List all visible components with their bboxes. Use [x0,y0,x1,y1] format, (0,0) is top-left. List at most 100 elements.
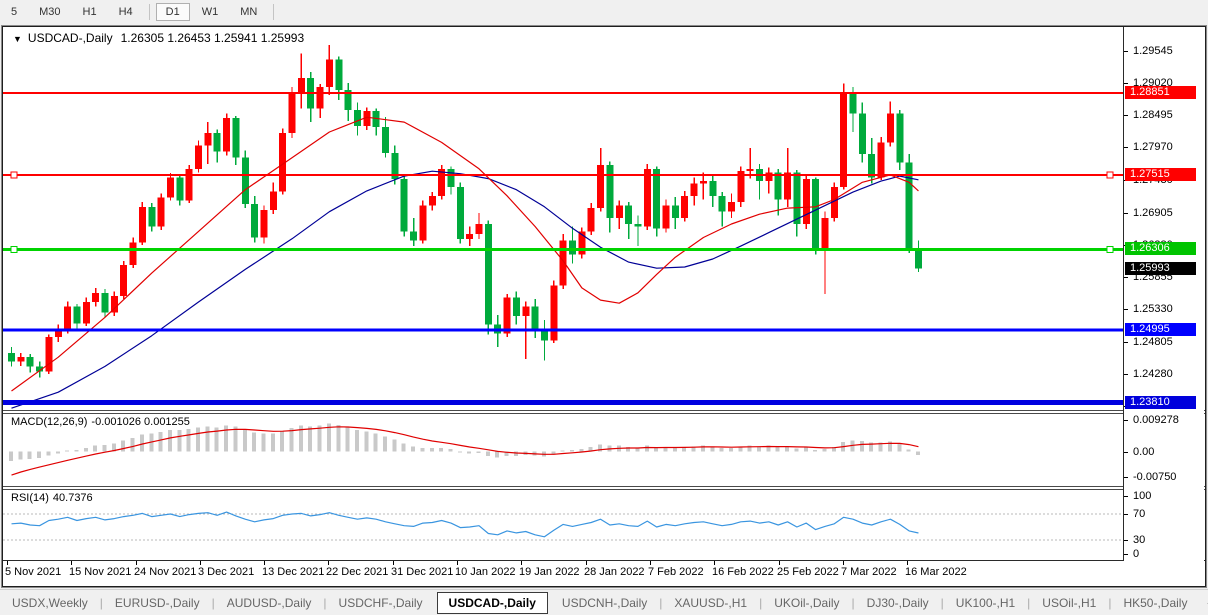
line-drag-handle[interactable] [1106,171,1114,179]
rsi-chart[interactable] [3,490,1123,560]
chart-tab-eurusddaily[interactable]: EURUSD-,Daily [103,592,212,614]
chart-tab-usdcaddaily[interactable]: USDCAD-,Daily [436,592,548,614]
candle-body [185,168,193,201]
candle-body [466,233,474,239]
line-drag-handle[interactable] [10,245,18,253]
macd-histogram-bar [308,426,313,452]
time-tick-label: 5 Nov 2021 [5,566,62,578]
candle-body [419,205,427,241]
time-axis[interactable]: 5 Nov 2021 15 Nov 2021 24 Nov 2021 3 Dec 20… [3,561,1205,584]
macd-histogram-bar [270,433,275,452]
macd-histogram-bar [560,450,565,452]
candle-body [690,183,698,196]
line-drag-handle[interactable] [1106,245,1114,253]
chart-tab-usdchfdaily[interactable]: USDCHF-,Daily [327,592,435,614]
candle-body [110,295,118,313]
candle-body [699,181,707,184]
time-tick [714,561,715,565]
timeframe-button-m30[interactable]: M30 [29,3,70,21]
rsi-pane[interactable]: RSI(14) 40.7376 [3,490,1123,560]
timeframe-button-h4[interactable]: H4 [109,3,143,21]
macd-histogram-bar [513,451,518,456]
candle-body [456,187,464,239]
time-tick-label: 7 Feb 2022 [648,566,704,578]
macd-histogram-bar [383,436,387,452]
candle-body [232,117,240,158]
candle-body [718,195,726,212]
candle-body [195,145,202,169]
macd-pane[interactable]: MACD(12,26,9) -0.001026 0.001255 [3,414,1123,486]
time-tick [779,561,780,565]
price-pane[interactable]: ▼ USDCAD-,Daily 1.26305 1.26453 1.25941 1.… [3,27,1123,410]
time-tick-label: 28 Jan 2022 [584,566,645,578]
price-tick-label: 1.29545 [1133,44,1173,57]
candle-body [868,154,876,178]
macd-histogram-bar [495,451,500,458]
candle-body [26,357,34,367]
candle-body [914,249,922,269]
price-tick-label: 1.24805 [1133,335,1173,348]
toolbar-divider [273,4,275,20]
price-tick-label: 1.24280 [1133,367,1173,380]
macd-histogram-bar [186,429,191,452]
macd-histogram-bar [102,445,107,452]
time-tick [71,561,72,565]
rsi-tick-label: 100 [1133,490,1152,502]
ma-slow-line [11,170,919,409]
timeframe-button-h1[interactable]: H1 [73,3,107,21]
price-tick [1124,147,1128,149]
macd-label: MACD(12,26,9) -0.001026 0.001255 [11,416,190,428]
macd-histogram-bar [859,440,864,452]
candle-body [316,87,324,109]
toolbar-divider [148,4,150,20]
macd-histogram-bar [177,430,182,452]
price-level-badge: 1.28851 [1125,86,1196,100]
candle-body [297,77,305,94]
rsi-line [11,511,919,538]
chart-tab-usdcnhdaily[interactable]: USDCNH-,Daily [550,592,659,614]
chart-tab-hk50daily[interactable]: HK50-,Daily [1111,592,1199,614]
macd-histogram-bar [354,430,359,452]
price-tick [1124,341,1128,343]
macd-histogram-bar [261,433,266,452]
rsi-tick-label: 30 [1133,534,1146,546]
candle-body [840,93,848,188]
chart-title: ▼ USDCAD-,Daily 1.26305 1.26453 1.25941 1.… [13,31,304,45]
timeframe-toolbar[interactable]: 5 M30 H1 H4 D1 W1 MN [0,0,1208,24]
time-tick [521,561,522,565]
chart-tab-ukoildaily[interactable]: UKOil-,Daily [762,592,851,614]
chart-tab-usdxweekly[interactable]: USDX,Weekly [0,592,100,614]
timeframe-button-mn[interactable]: MN [230,3,267,21]
macd-histogram-bar [813,449,818,452]
time-tick-label: 13 Dec 2021 [262,566,325,578]
price-axis[interactable]: 1.295451.290201.284951.279701.274301.269… [1124,27,1204,561]
macd-histogram-bar [439,447,444,452]
chart-window[interactable]: ▼ USDCAD-,Daily 1.26305 1.26453 1.25941 1.… [1,25,1207,588]
time-tick-label: 16 Feb 2022 [712,566,774,578]
time-tick-label: 19 Jan 2022 [519,566,580,578]
macd-histogram-bar [775,447,780,452]
candlestick-chart[interactable] [3,27,1123,410]
candle-body [587,208,595,232]
rsi-label: RSI(14) 40.7376 [11,492,93,504]
timeframe-button-5[interactable]: 5 [1,3,27,21]
timeframe-button-w1[interactable]: W1 [192,3,229,21]
chart-tab-dj30daily[interactable]: DJ30-,Daily [855,592,941,614]
price-level-badge: 1.24995 [1125,322,1196,336]
symbol-dropdown-icon: ▼ [13,34,22,44]
macd-histogram-bar [803,447,808,452]
timeframe-button-d1[interactable]: D1 [155,3,190,21]
candle-body [746,168,754,172]
time-tick-label: 24 Nov 2021 [134,566,197,578]
chart-tab-uk100h1[interactable]: UK100-,H1 [944,592,1027,614]
chart-tab-xauusdh1[interactable]: XAUUSD-,H1 [662,592,759,614]
macd-histogram-bar [93,445,98,452]
macd-tick-label: 0.00 [1133,445,1155,458]
chart-tab-audusddaily[interactable]: AUDUSD-,Daily [215,592,324,614]
macd-histogram-bar [429,448,434,452]
macd-histogram-bar [46,451,51,456]
candle-body [643,168,651,227]
chart-tab-usoilh1[interactable]: USOil-,H1 [1030,592,1108,614]
line-drag-handle[interactable] [10,171,18,179]
time-tick [136,561,137,565]
